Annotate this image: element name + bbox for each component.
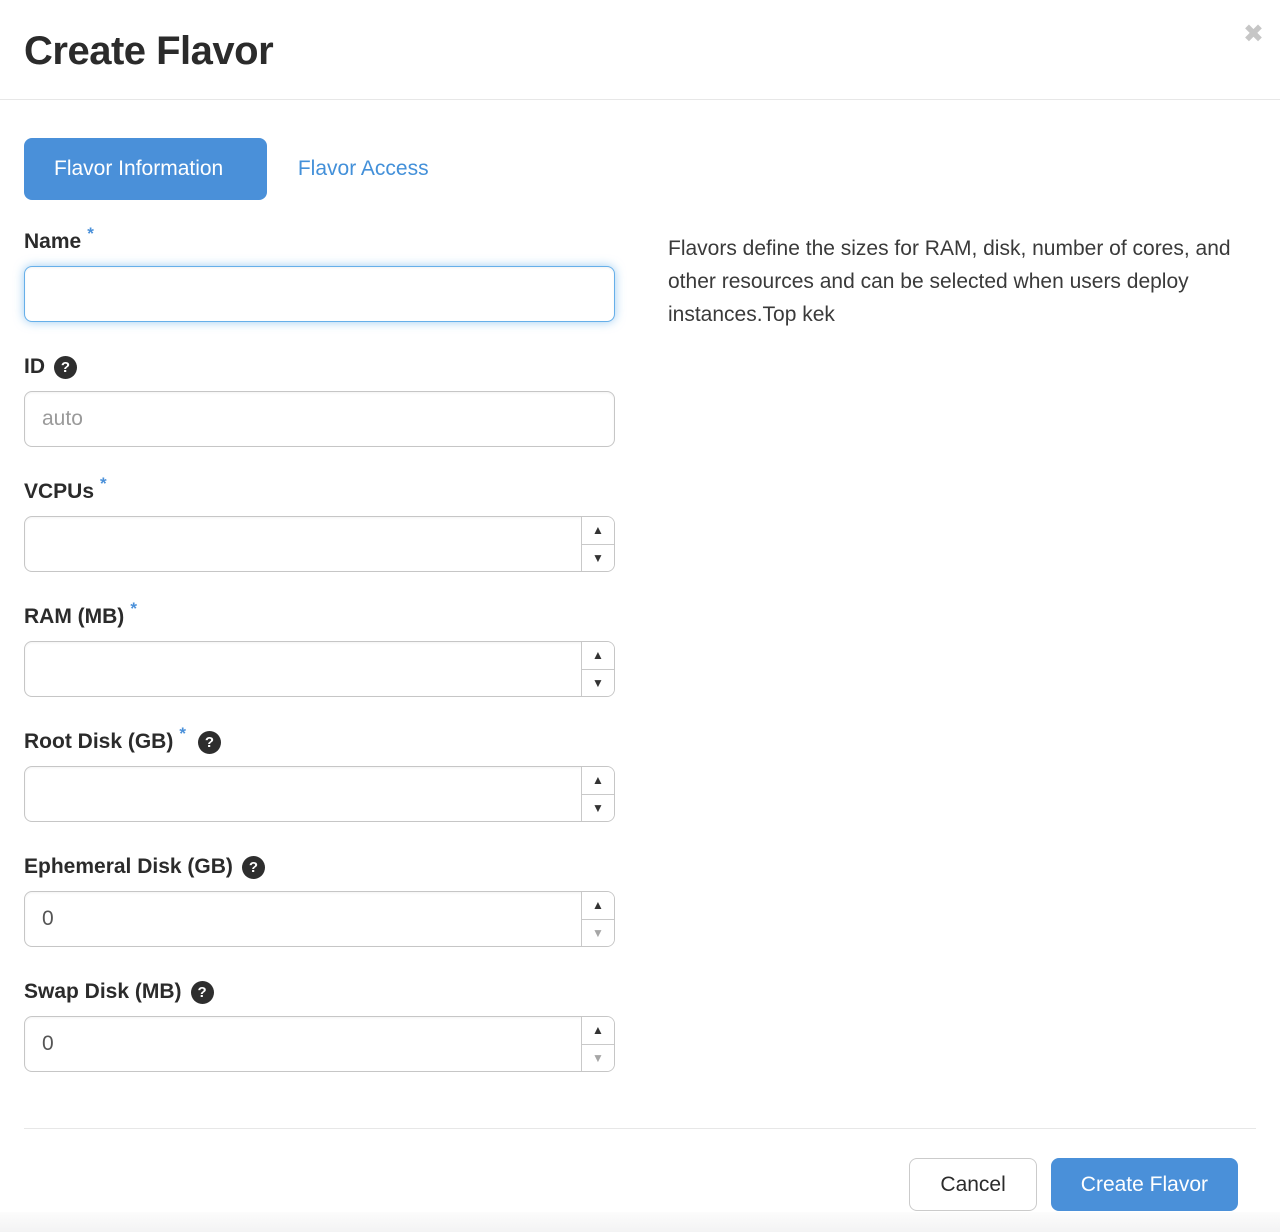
name-label-text: Name [24, 230, 81, 254]
ephemeral-disk-input[interactable] [25, 892, 581, 946]
root-disk-spin-up-icon[interactable]: ▲ [582, 767, 614, 795]
swap-disk-spin-down-icon[interactable]: ▼ [582, 1045, 614, 1072]
modal-body: Flavor Information * Flavor Access Name … [0, 100, 1280, 1211]
id-field-group: ID ? [24, 353, 615, 447]
required-asterisk: * [179, 724, 186, 744]
swap-disk-field-group: Swap Disk (MB) ? ▲ ▼ [24, 978, 615, 1072]
flavor-description-text: Flavors define the sizes for RAM, disk, … [668, 232, 1256, 331]
root-disk-label-text: Root Disk (GB) [24, 730, 173, 754]
help-icon[interactable]: ? [242, 856, 265, 879]
vcpus-spin-down-icon[interactable]: ▼ [582, 545, 614, 572]
ephemeral-disk-spin-down-icon[interactable]: ▼ [582, 920, 614, 947]
root-disk-spin-down-icon[interactable]: ▼ [582, 795, 614, 822]
swap-disk-spinner: ▲ ▼ [581, 1017, 614, 1071]
create-flavor-button[interactable]: Create Flavor [1051, 1158, 1238, 1211]
tab-bar: Flavor Information * Flavor Access [24, 138, 1256, 200]
swap-disk-input[interactable] [25, 1017, 581, 1071]
ephemeral-disk-label: Ephemeral Disk (GB) ? [24, 853, 615, 881]
description-column: Flavors define the sizes for RAM, disk, … [615, 228, 1256, 1103]
swap-disk-label: Swap Disk (MB) ? [24, 978, 615, 1006]
tab-flavor-access[interactable]: Flavor Access [298, 157, 429, 181]
root-disk-label: Root Disk (GB) * ? [24, 728, 615, 756]
ram-spin-up-icon[interactable]: ▲ [582, 642, 614, 670]
ram-spin-down-icon[interactable]: ▼ [582, 670, 614, 697]
root-disk-input[interactable] [25, 767, 581, 821]
ephemeral-disk-field-group: Ephemeral Disk (GB) ? ▲ ▼ [24, 853, 615, 947]
id-label-text: ID [24, 355, 45, 379]
ephemeral-disk-number-field: ▲ ▼ [24, 891, 615, 947]
required-asterisk: * [230, 128, 237, 148]
close-icon[interactable]: ✖ [1243, 22, 1264, 47]
required-asterisk: * [100, 474, 107, 494]
tab-flavor-information-label: Flavor Information [54, 138, 223, 200]
root-disk-field-group: Root Disk (GB) * ? ▲ ▼ [24, 728, 615, 822]
help-icon[interactable]: ? [198, 731, 221, 754]
ram-field-group: RAM (MB) * ▲ ▼ [24, 603, 615, 697]
id-label: ID ? [24, 353, 615, 381]
root-disk-number-field: ▲ ▼ [24, 766, 615, 822]
vcpus-input[interactable] [25, 517, 581, 571]
vcpus-field-group: VCPUs * ▲ ▼ [24, 478, 615, 572]
ram-label-text: RAM (MB) [24, 605, 124, 629]
help-icon[interactable]: ? [191, 981, 214, 1004]
ephemeral-disk-spin-up-icon[interactable]: ▲ [582, 892, 614, 920]
name-input[interactable] [24, 266, 615, 322]
tab-flavor-information[interactable]: Flavor Information * [24, 138, 267, 200]
cancel-button[interactable]: Cancel [909, 1158, 1036, 1211]
ephemeral-disk-label-text: Ephemeral Disk (GB) [24, 855, 233, 879]
modal-title: Create Flavor [24, 24, 1256, 78]
swap-disk-label-text: Swap Disk (MB) [24, 980, 182, 1004]
modal-columns: Name * ID ? VCPUs [24, 228, 1256, 1103]
id-input[interactable] [24, 391, 615, 447]
required-asterisk: * [130, 599, 137, 619]
create-flavor-modal: Create Flavor ✖ Flavor Information * Fla… [0, 0, 1280, 1212]
vcpus-label-text: VCPUs [24, 480, 94, 504]
ephemeral-disk-spinner: ▲ ▼ [581, 892, 614, 946]
vcpus-label: VCPUs * [24, 478, 615, 506]
root-disk-spinner: ▲ ▼ [581, 767, 614, 821]
swap-disk-spin-up-icon[interactable]: ▲ [582, 1017, 614, 1045]
modal-footer: Cancel Create Flavor [24, 1128, 1256, 1211]
help-icon[interactable]: ? [54, 356, 77, 379]
vcpus-spin-up-icon[interactable]: ▲ [582, 517, 614, 545]
vcpus-number-field: ▲ ▼ [24, 516, 615, 572]
required-asterisk: * [87, 224, 94, 244]
ram-number-field: ▲ ▼ [24, 641, 615, 697]
swap-disk-number-field: ▲ ▼ [24, 1016, 615, 1072]
ram-input[interactable] [25, 642, 581, 696]
vcpus-spinner: ▲ ▼ [581, 517, 614, 571]
ram-label: RAM (MB) * [24, 603, 615, 631]
name-label: Name * [24, 228, 615, 256]
flavor-form: Name * ID ? VCPUs [24, 228, 615, 1103]
page-background-strip [0, 1212, 1280, 1232]
ram-spinner: ▲ ▼ [581, 642, 614, 696]
name-field-group: Name * [24, 228, 615, 322]
modal-header: Create Flavor ✖ [0, 0, 1280, 100]
